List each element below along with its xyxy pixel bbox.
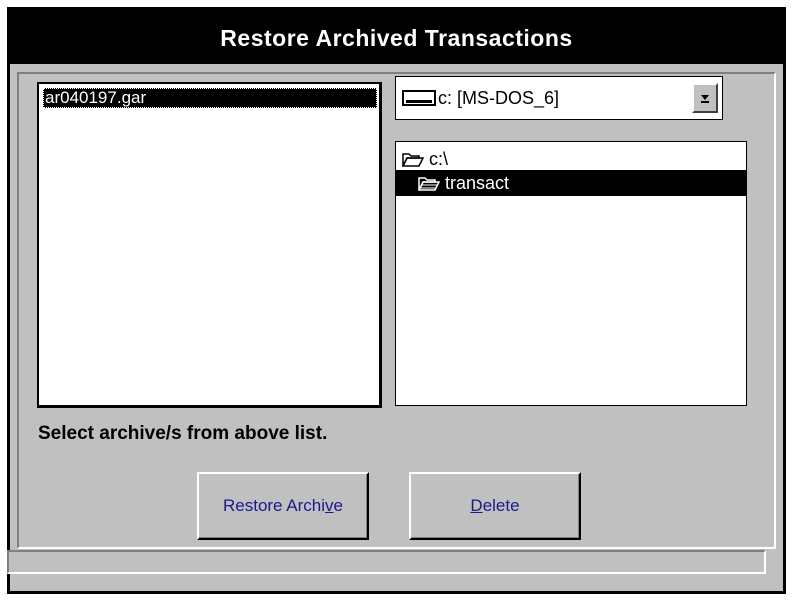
archive-file-list[interactable]: ar040197.gar xyxy=(37,82,382,408)
restore-archive-button[interactable]: Restore Archive xyxy=(197,472,369,540)
arrow-down-icon xyxy=(701,95,709,104)
status-bar xyxy=(7,550,766,574)
dropdown-arrow-button[interactable] xyxy=(692,83,718,113)
directory-list[interactable]: c:\ transact xyxy=(395,141,747,406)
drive-dropdown[interactable]: c: [MS-DOS_6] xyxy=(395,76,723,120)
restore-archive-label: Restore Archive xyxy=(222,496,343,515)
list-item[interactable]: ar040197.gar xyxy=(43,88,377,108)
open-folder-icon xyxy=(402,153,424,167)
directory-item-transact[interactable]: transact xyxy=(396,170,746,196)
delete-button[interactable]: Delete xyxy=(409,472,581,540)
directory-item-root[interactable]: c:\ xyxy=(396,146,746,172)
delete-label: Delete xyxy=(470,496,520,515)
drive-selected-value: c: [MS-DOS_6] xyxy=(438,88,560,108)
directory-label: transact xyxy=(445,173,510,193)
open-folder-icon xyxy=(418,177,440,191)
directory-label: c:\ xyxy=(429,149,449,169)
dialog-title: Restore Archived Transactions xyxy=(10,10,783,64)
drive-icon xyxy=(402,90,436,106)
instruction-text: Select archive/s from above list. xyxy=(38,423,328,444)
